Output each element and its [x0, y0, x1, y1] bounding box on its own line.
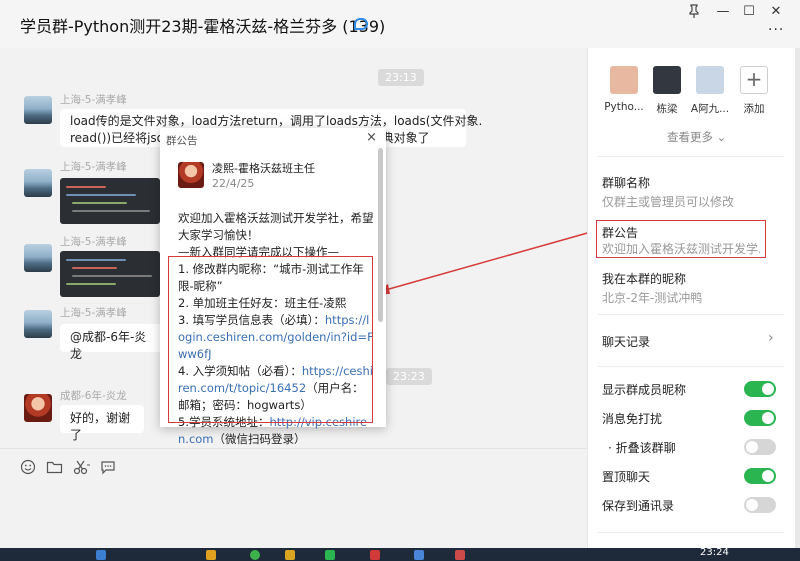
taskbar: 23:24 — [0, 547, 800, 561]
view-more-button[interactable]: 查看更多 ⌄ — [667, 129, 726, 145]
avatar[interactable] — [24, 244, 52, 272]
member-name: 栋梁 — [656, 103, 678, 115]
notice-step-suffix: （微信扫码登录） — [213, 432, 306, 446]
sender-name: 成都-6年-炎龙 — [60, 390, 127, 402]
chevron-right-icon: › — [768, 330, 774, 346]
divider — [598, 366, 784, 367]
message-bubble[interactable]: 好的，谢谢了 — [60, 405, 144, 442]
folder-icon[interactable] — [46, 459, 63, 479]
sender-name: 上海-5-满孝峰 — [60, 307, 127, 319]
member-item[interactable]: 栋梁 — [647, 66, 687, 116]
chat-history-label: 聊天记录 — [602, 335, 651, 349]
popup-title: 群公告 — [166, 135, 198, 147]
title-bar: 学员群-Python测开23期-霍格沃兹-格兰芬多 (139) — ☐ ✕ ··… — [0, 0, 800, 48]
setting-label: 保存到通讯录 — [602, 499, 675, 513]
timestamp: 23:23 — [386, 368, 432, 385]
message-text: 典对象了 — [381, 131, 430, 145]
taskbar-app-icon[interactable] — [370, 550, 380, 560]
avatar[interactable] — [24, 310, 52, 338]
maximize-button[interactable]: ☐ — [740, 4, 758, 20]
divider — [598, 532, 784, 533]
highlight-box — [596, 220, 766, 258]
chat-bubble-icon[interactable] — [100, 459, 116, 479]
close-button[interactable]: ✕ — [767, 4, 785, 20]
avatar[interactable] — [24, 394, 52, 422]
window-title: 学员群-Python测开23期-霍格沃兹-格兰芬多 (139) — [20, 17, 386, 36]
setting-label: 消息免打扰 — [602, 412, 663, 426]
show-nicknames-toggle[interactable] — [744, 381, 776, 397]
image-message[interactable] — [60, 251, 160, 297]
emoji-icon[interactable] — [20, 459, 36, 479]
group-name-value: 仅群主或管理员可以修改 — [602, 195, 735, 209]
notice-intro: 欢迎加入霍格沃兹测试开发学社，希望大家学习愉快！ — [178, 211, 374, 242]
pin-chat-toggle[interactable] — [744, 468, 776, 484]
member-item[interactable]: A阿九... — [690, 66, 730, 116]
author-avatar[interactable] — [178, 162, 204, 188]
pin-icon[interactable] — [685, 4, 703, 20]
highlight-box — [168, 256, 373, 423]
avatar[interactable] — [24, 96, 52, 124]
member-avatar — [653, 66, 681, 94]
member-name: A阿九... — [690, 103, 730, 115]
my-nickname-title: 我在本群的昵称 — [602, 272, 687, 286]
group-name-title: 群聊名称 — [602, 176, 651, 190]
author-name: 凌熙-霍格沃兹班主任 — [212, 162, 315, 175]
timestamp: 23:13 — [378, 69, 424, 86]
my-nickname-value[interactable]: 北京-2年-测试冲鸭 — [602, 289, 782, 306]
member-item[interactable]: Pytho... — [604, 66, 644, 113]
message-bubble[interactable]: @成都-6年-炎龙 — [60, 324, 164, 361]
taskbar-app-icon[interactable] — [96, 550, 106, 560]
message-text: 好的，谢谢了 — [70, 411, 131, 442]
save-to-contacts-toggle[interactable] — [744, 497, 776, 513]
taskbar-app-icon[interactable] — [206, 550, 216, 560]
annotation-arrow — [374, 229, 599, 294]
taskbar-app-icon[interactable] — [455, 550, 465, 560]
member-avatar — [610, 66, 638, 94]
sender-name: 上海-5-满孝峰 — [60, 236, 127, 248]
more-options-button[interactable]: ··· — [768, 22, 784, 38]
member-name: Pytho... — [604, 101, 644, 113]
chat-history-item[interactable]: 聊天记录 › — [598, 328, 784, 354]
do-not-disturb-toggle[interactable] — [744, 410, 776, 426]
scissors-icon[interactable] — [73, 459, 91, 479]
image-message[interactable] — [60, 178, 160, 224]
minimize-button[interactable]: — — [714, 4, 732, 20]
divider — [598, 314, 784, 315]
wechat-taskbar-icon[interactable] — [325, 550, 335, 560]
taskbar-app-icon[interactable] — [250, 550, 260, 560]
message-text: read())已经将json — [70, 131, 172, 145]
group-chat-icon[interactable] — [354, 18, 368, 30]
setting-label: 置顶聊天 — [602, 470, 651, 484]
message-text: @成都-6年-炎龙 — [70, 330, 147, 361]
setting-label: 显示群成员昵称 — [602, 383, 687, 397]
add-member-button[interactable]: + 添加 — [734, 66, 774, 116]
setting-label: · 折叠该群聊 — [608, 441, 676, 455]
member-avatar — [696, 66, 724, 94]
add-member-label: 添加 — [743, 103, 765, 115]
popup-scrollbar[interactable] — [378, 148, 383, 322]
taskbar-app-icon[interactable] — [285, 550, 295, 560]
popup-header: 群公告 × — [160, 128, 386, 150]
divider — [598, 156, 784, 157]
close-icon[interactable]: × — [366, 130, 377, 145]
taskbar-app-icon[interactable] — [414, 550, 424, 560]
notice-date: 22/4/25 — [212, 177, 255, 190]
taskbar-clock: 23:24 — [700, 547, 729, 558]
window-edge — [795, 48, 800, 548]
message-input-area[interactable] — [0, 448, 587, 549]
group-settings-panel: Pytho... 栋梁 A阿九... + 添加 查看更多 ⌄ 群聊名称 仅群主或… — [587, 48, 796, 548]
sender-name: 上海-5-满孝峰 — [60, 94, 127, 106]
add-icon: + — [740, 66, 768, 94]
fold-chat-toggle[interactable] — [744, 439, 776, 455]
sender-name: 上海-5-满孝峰 — [60, 161, 127, 173]
avatar[interactable] — [24, 169, 52, 197]
